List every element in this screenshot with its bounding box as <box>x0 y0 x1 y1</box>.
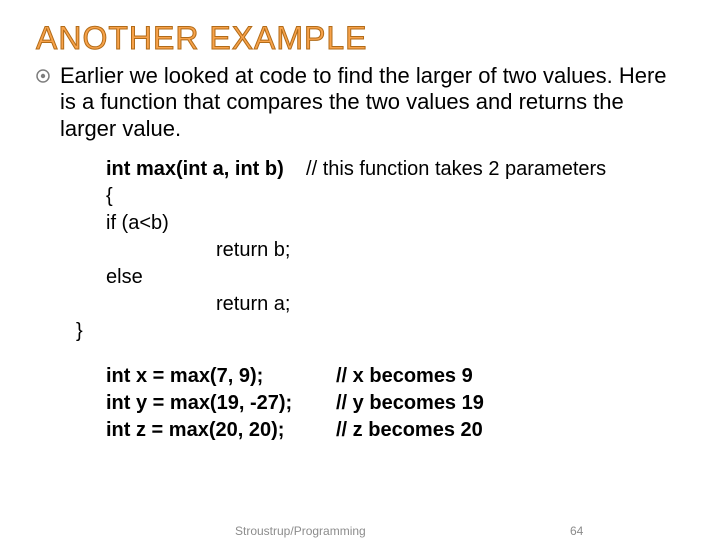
example-call: int z = max(20, 20); <box>106 417 336 444</box>
code-signature: int max(int a, int b) <box>106 158 284 180</box>
code-signature-line: int max(int a, int b) // this function t… <box>106 156 684 183</box>
code-line: return b; <box>216 237 684 264</box>
examples-block: int x = max(7, 9); // x becomes 9 int y … <box>106 363 684 444</box>
code-line: } <box>76 318 684 345</box>
example-call: int y = max(19, -27); <box>106 390 336 417</box>
example-comment: // y becomes 19 <box>336 390 484 417</box>
example-row: int z = max(20, 20); // z becomes 20 <box>106 417 684 444</box>
footer-page: 64 <box>570 524 583 538</box>
code-line: { <box>106 183 684 210</box>
code-line: if (a<b) <box>106 210 684 237</box>
code-line: return a; <box>216 291 684 318</box>
example-row: int x = max(7, 9); // x becomes 9 <box>106 363 684 390</box>
example-call: int x = max(7, 9); <box>106 363 336 390</box>
example-comment: // z becomes 20 <box>336 417 483 444</box>
example-row: int y = max(19, -27); // y becomes 19 <box>106 390 684 417</box>
bullet-icon <box>36 69 50 83</box>
code-line: else <box>106 264 684 291</box>
code-signature-comment: // this function takes 2 parameters <box>306 158 606 180</box>
intro-text: Earlier we looked at code to find the la… <box>60 63 684 142</box>
slide: ANOTHER EXAMPLE Earlier we looked at cod… <box>0 0 720 540</box>
footer-source: Stroustrup/Programming <box>235 524 366 538</box>
slide-title: ANOTHER EXAMPLE <box>36 20 684 57</box>
example-comment: // x becomes 9 <box>336 363 473 390</box>
code-block: int max(int a, int b) // this function t… <box>106 156 684 345</box>
intro-row: Earlier we looked at code to find the la… <box>36 63 684 142</box>
